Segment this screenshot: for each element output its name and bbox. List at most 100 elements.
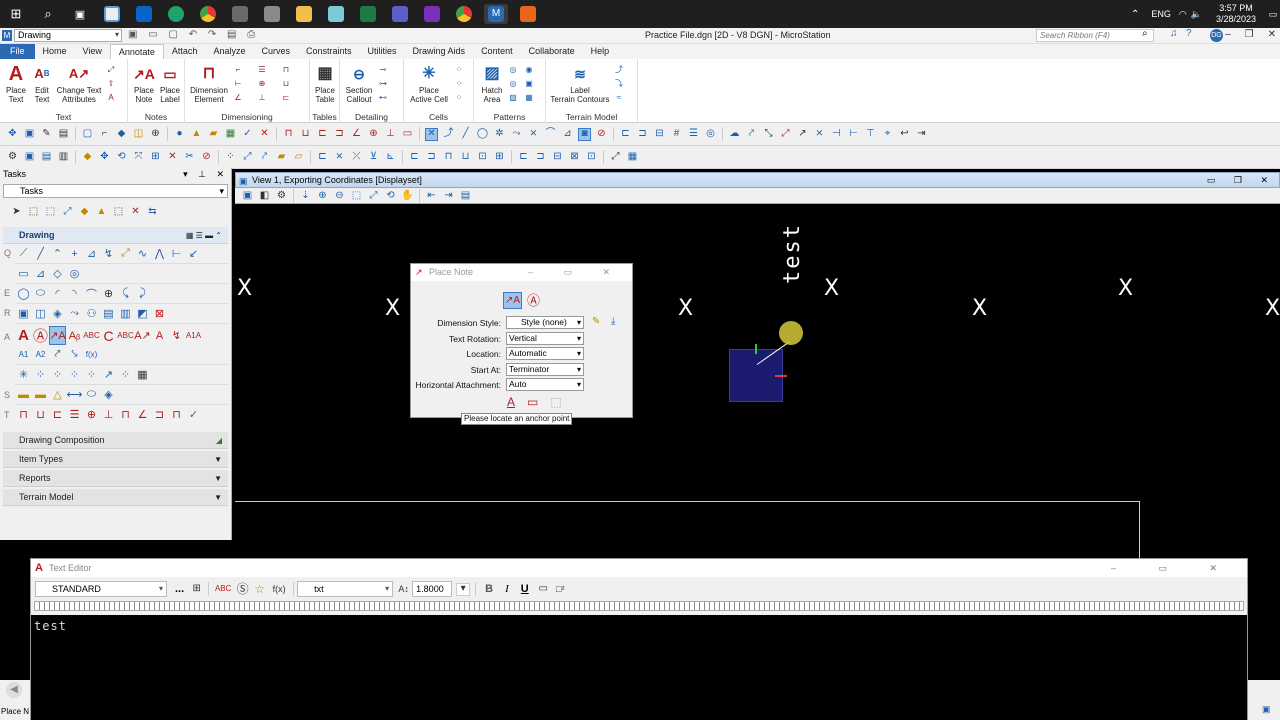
toolbar-icon[interactable]: ⊐ (333, 128, 346, 141)
video-icon[interactable] (228, 4, 252, 24)
tool-icon[interactable]: ◈ (49, 304, 66, 323)
tool-icon[interactable]: ↯ (168, 326, 185, 345)
toolbar-icon[interactable]: ⊕ (149, 128, 162, 141)
line-icon[interactable]: ╱ (32, 244, 49, 263)
tasks-section-terrain-model[interactable]: Terrain Model ▼ (3, 489, 228, 506)
zoom-in-icon[interactable]: ⊕ (316, 189, 329, 202)
toolbar-icon[interactable]: ✎ (40, 128, 53, 141)
rectangle-icon[interactable]: ▭ (15, 264, 32, 283)
place-text-icon[interactable]: A (15, 326, 32, 345)
toolbar-icon[interactable]: ◆ (81, 151, 94, 164)
pointer-icon[interactable]: ➤ (10, 206, 23, 219)
file-explorer-icon[interactable] (292, 4, 316, 24)
tool-icon[interactable]: ⌒ (83, 284, 100, 303)
tasks-panel-controls[interactable]: ▾ ⊥ ✕ (183, 168, 228, 180)
view-previous-icon[interactable]: ⇤ (425, 189, 438, 202)
tool-icon[interactable]: A (151, 326, 168, 345)
windows-start-icon[interactable]: ⊞ (4, 4, 28, 24)
text-height-input[interactable]: 1.8000 (412, 581, 453, 597)
toolbar-icon[interactable]: ⊕ (367, 128, 380, 141)
pattern-mini-icon-1[interactable]: ◎ (508, 65, 518, 74)
pattern-mini-icon-5[interactable]: ▣ (524, 79, 534, 88)
toolbar-icon[interactable]: ▤ (40, 151, 53, 164)
change-text-attributes-button[interactable]: A↗ Change Text Attributes (56, 63, 102, 104)
toolbar-icon[interactable]: ⤤ (745, 128, 758, 141)
tool-icon[interactable]: ⤢ (117, 244, 134, 263)
pattern-mini-icon-6[interactable]: ▦ (524, 93, 534, 102)
toolbar-icon[interactable]: ⊤ (864, 128, 877, 141)
tool-icon[interactable]: ◩ (134, 304, 151, 323)
section-callout-button[interactable]: ⊖ Section Callout (342, 63, 376, 104)
text-mini-icon-2[interactable]: ⇧ (106, 79, 116, 88)
volume-icon[interactable]: 🔈 (1191, 9, 1202, 20)
dim-mini-icon-1[interactable]: ⌐ (233, 65, 243, 74)
toolbar-icon[interactable]: ⊐ (636, 128, 649, 141)
toolbar-icon[interactable]: ◎ (704, 128, 717, 141)
toolbar-icon[interactable]: ▭ (401, 128, 414, 141)
drawing-section-header[interactable]: Drawing ▦ ☰ ▬ ⌃ (3, 227, 228, 244)
menu-file[interactable]: File (0, 44, 35, 59)
menu-content[interactable]: Content (473, 44, 521, 59)
underline-button[interactable]: U (521, 583, 529, 595)
toolbar-icon[interactable]: ⨯ (333, 151, 346, 164)
leader-mode-icon[interactable]: ↗A (503, 292, 522, 309)
toolbar-icon[interactable]: ⊞ (493, 151, 506, 164)
view-settings-icon[interactable]: ⚙ (275, 189, 288, 202)
language-indicator[interactable]: ENG (1151, 9, 1171, 19)
toolbar-icon[interactable]: ☁ (728, 128, 741, 141)
dim-mini-icon-6[interactable]: ⊥ (257, 93, 267, 102)
tool-icon[interactable]: A1A (185, 326, 202, 345)
location-select[interactable]: Automatic (506, 347, 584, 360)
cell-marker-icon[interactable]: ⬚ (550, 395, 561, 409)
chrome-2-icon[interactable] (452, 4, 476, 24)
pattern-mini-icon-2[interactable]: ◎ (508, 79, 518, 88)
toolbar-icon-selected[interactable]: ◙ (578, 127, 591, 141)
toolbar-icon[interactable]: ⊘ (200, 151, 213, 164)
detail-mini-icon-3[interactable]: ⊷ (378, 93, 388, 102)
excel-icon[interactable] (356, 4, 380, 24)
bell-icon[interactable]: ♫ (1170, 28, 1178, 39)
tool-icon[interactable]: ▬ (15, 385, 32, 404)
menu-analyze[interactable]: Analyze (205, 44, 253, 59)
toolbar-icon[interactable]: ⊞ (149, 151, 162, 164)
toolbar-icon[interactable]: ⤡ (762, 128, 775, 141)
toolbar-icon[interactable]: ⊻ (367, 151, 380, 164)
text-style-select[interactable]: STANDARD (35, 581, 167, 597)
cell-icon[interactable]: ✳ (15, 365, 32, 384)
smartline-icon[interactable]: ⟋ (15, 244, 32, 263)
drawing-viewport[interactable]: X X X X X X X test (235, 204, 1280, 558)
menu-view[interactable]: View (75, 44, 110, 59)
toolbar-icon[interactable]: ⊏ (517, 151, 530, 164)
toolbar-icon[interactable]: ▥ (57, 151, 70, 164)
toolbar-icon[interactable]: ⊟ (653, 128, 666, 141)
toolbar-icon[interactable]: ✥ (98, 151, 111, 164)
dim-mini-icon-5[interactable]: ⊕ (257, 79, 267, 88)
toolbar-icon[interactable]: ⊔ (299, 128, 312, 141)
tool-icon[interactable]: ◫ (32, 304, 49, 323)
user-avatar[interactable]: DG (1210, 29, 1223, 42)
status-icon[interactable]: ▣ (1262, 704, 1271, 715)
edge-icon[interactable] (164, 4, 188, 24)
tasks-select[interactable]: Tasks (3, 184, 228, 198)
toolbar-icon[interactable]: ⤢ (609, 151, 622, 164)
tool-icon[interactable]: ↙ (185, 244, 202, 263)
place-note-icon-selected[interactable]: ↗A (49, 326, 66, 345)
toolbar-icon[interactable]: ✕ (258, 128, 271, 141)
tool-icon[interactable]: ◈ (100, 385, 117, 404)
microstation-icon[interactable]: M (484, 4, 508, 24)
toolbar-icon[interactable]: # (670, 128, 683, 141)
toolbar-icon[interactable]: ⁘ (224, 151, 237, 164)
toolbar-icon[interactable]: ▱ (292, 151, 305, 164)
dim-mini-icon-9[interactable]: ⊏ (281, 93, 291, 102)
tool-icon[interactable]: ⬚ (44, 206, 57, 219)
place-note-title-bar[interactable]: ↗ Place Note – ▭ ✕ (411, 264, 632, 281)
tool-icon[interactable]: ▣ (15, 304, 32, 323)
close-icon[interactable]: ✕ (1268, 29, 1276, 40)
window-area-icon[interactable]: ⬚ (350, 189, 363, 202)
toolbar-icon[interactable]: ⤫ (350, 151, 363, 164)
text-mini-icon-3[interactable]: A (106, 93, 116, 102)
spell-check-icon[interactable]: ABC (214, 583, 232, 596)
tool-icon[interactable]: C (100, 326, 117, 345)
tool-icon[interactable]: ⁘ (32, 365, 49, 384)
fit-view-icon[interactable]: ⤢ (367, 189, 380, 202)
